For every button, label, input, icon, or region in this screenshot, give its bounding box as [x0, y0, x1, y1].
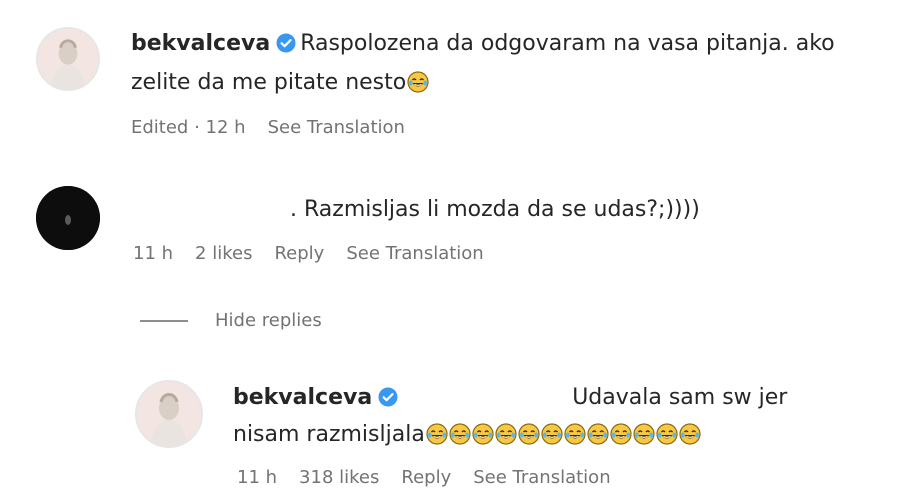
reply-text-line1: bekvalceva Udavala sam sw jer	[233, 383, 787, 413]
tears-of-joy-emoji-icon	[587, 423, 609, 445]
tears-of-joy-emoji-icon	[541, 423, 563, 445]
comment-meta: 11 h 2 likes Reply See Translation	[133, 242, 484, 266]
see-translation-link[interactable]: See Translation	[346, 243, 483, 264]
verified-badge-icon	[378, 387, 398, 407]
reply-text: Udavala sam sw jer	[572, 385, 788, 410]
hide-replies-button[interactable]: Hide replies	[215, 309, 322, 333]
comment-text: Raspolozena da odgovaram na vasa pitanja…	[300, 31, 835, 56]
avatar[interactable]	[36, 186, 100, 250]
comment-meta: Edited · 12 h See Translation	[131, 116, 405, 140]
reply-button[interactable]: Reply	[401, 467, 451, 488]
profile-photo-icon	[137, 382, 201, 446]
tears-of-joy-emoji-icon	[610, 423, 632, 445]
emoji-row	[425, 422, 701, 447]
tears-of-joy-emoji-icon	[564, 423, 586, 445]
timestamp: 11 h	[237, 467, 278, 488]
comment-text-line2: zelite da me pitate nesto	[131, 68, 429, 98]
profile-photo-icon	[38, 29, 98, 89]
comment-text: . Razmisljas li mozda da se udas?;))))	[290, 197, 700, 222]
comment-text-line1: bekvalceva Raspolozena da odgovaram na va…	[131, 29, 835, 59]
reply-text-continued: nisam razmisljala	[233, 422, 425, 447]
username[interactable]: bekvalceva	[233, 385, 372, 410]
hide-replies-divider	[140, 320, 188, 322]
tears-of-joy-emoji-icon	[656, 423, 678, 445]
see-translation-link[interactable]: See Translation	[473, 467, 610, 488]
tears-of-joy-emoji-icon	[633, 423, 655, 445]
redacted-mention	[402, 387, 572, 407]
edited-timestamp: Edited · 12 h	[131, 117, 246, 138]
avatar[interactable]	[135, 380, 203, 448]
tears-of-joy-emoji-icon	[407, 71, 429, 93]
username[interactable]: bekvalceva	[131, 31, 270, 56]
tears-of-joy-emoji-icon	[679, 423, 701, 445]
redacted-username	[140, 199, 290, 219]
tears-of-joy-emoji-icon	[426, 423, 448, 445]
avatar[interactable]	[36, 27, 100, 91]
profile-photo-icon	[36, 186, 100, 250]
comment-text-line: . Razmisljas li mozda da se udas?;))))	[140, 195, 700, 225]
reply-button[interactable]: Reply	[274, 243, 324, 264]
reply-text-line2: nisam razmisljala	[233, 420, 701, 450]
tears-of-joy-emoji-icon	[495, 423, 517, 445]
tears-of-joy-emoji-icon	[449, 423, 471, 445]
tears-of-joy-emoji-icon	[472, 423, 494, 445]
tears-of-joy-emoji-icon	[518, 423, 540, 445]
verified-badge-icon	[276, 33, 296, 53]
likes-count[interactable]: 2 likes	[195, 243, 252, 264]
timestamp: 11 h	[133, 243, 174, 264]
comment-text-continued: zelite da me pitate nesto	[131, 70, 407, 95]
see-translation-link[interactable]: See Translation	[268, 117, 405, 138]
likes-count[interactable]: 318 likes	[299, 467, 379, 488]
reply-meta: 11 h 318 likes Reply See Translation	[237, 466, 611, 490]
